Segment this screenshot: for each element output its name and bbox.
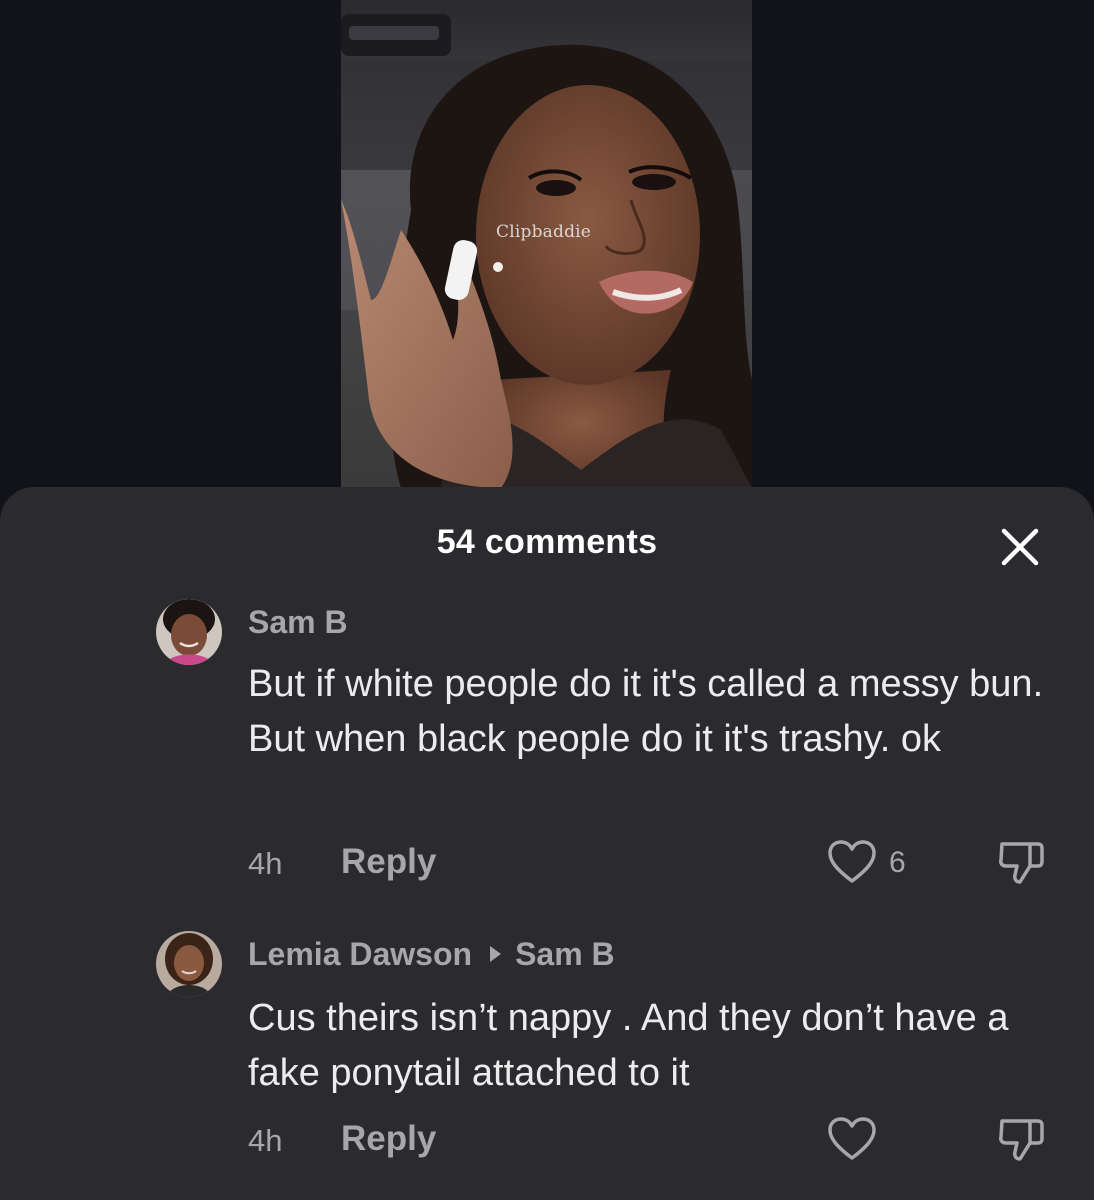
comment-text: But if white people do it it's called a … [248, 663, 1044, 760]
thumbs-down-icon [999, 1119, 1044, 1161]
comment-author-name[interactable]: Lemia Dawson [248, 936, 472, 972]
avatar[interactable] [156, 599, 222, 665]
like-button[interactable] [826, 1116, 878, 1164]
dislike-button[interactable] [994, 1113, 1046, 1165]
comment-author: Lemia Dawson Sam B [248, 936, 615, 973]
like-button[interactable] [826, 839, 878, 887]
dislike-button[interactable] [994, 836, 1046, 888]
comments-sheet: 54 comments Sam B But if white people do [0, 487, 1094, 1200]
heart-icon [828, 1117, 876, 1160]
reply-button[interactable]: Reply [341, 1119, 436, 1159]
video-player[interactable]: Clipbaddie [341, 0, 752, 488]
like-count: 6 [889, 846, 906, 879]
comment-timestamp: 4h [248, 1123, 283, 1158]
comment-author[interactable]: Sam B [248, 604, 348, 641]
close-button[interactable] [994, 521, 1046, 573]
comments-count-title: 54 comments [436, 523, 658, 561]
video-frame-image [341, 0, 752, 488]
comment-reply-to-name[interactable]: Sam B [515, 936, 615, 972]
avatar[interactable] [156, 931, 222, 997]
reply-button[interactable]: Reply [341, 842, 436, 882]
screen: Clipbaddie 54 comments Sam B But if whit… [0, 0, 1094, 1200]
video-watermark: Clipbaddie [496, 222, 592, 242]
comment-text: Cus theirs isn’t nappy . And they don’t … [248, 997, 1009, 1094]
thumbs-down-icon [999, 842, 1044, 884]
comment-timestamp: 4h [248, 846, 283, 881]
reply-to-arrow-icon [490, 946, 502, 962]
heart-icon [828, 840, 876, 883]
comment-author-name[interactable]: Sam B [248, 604, 348, 640]
close-icon [1001, 528, 1039, 566]
